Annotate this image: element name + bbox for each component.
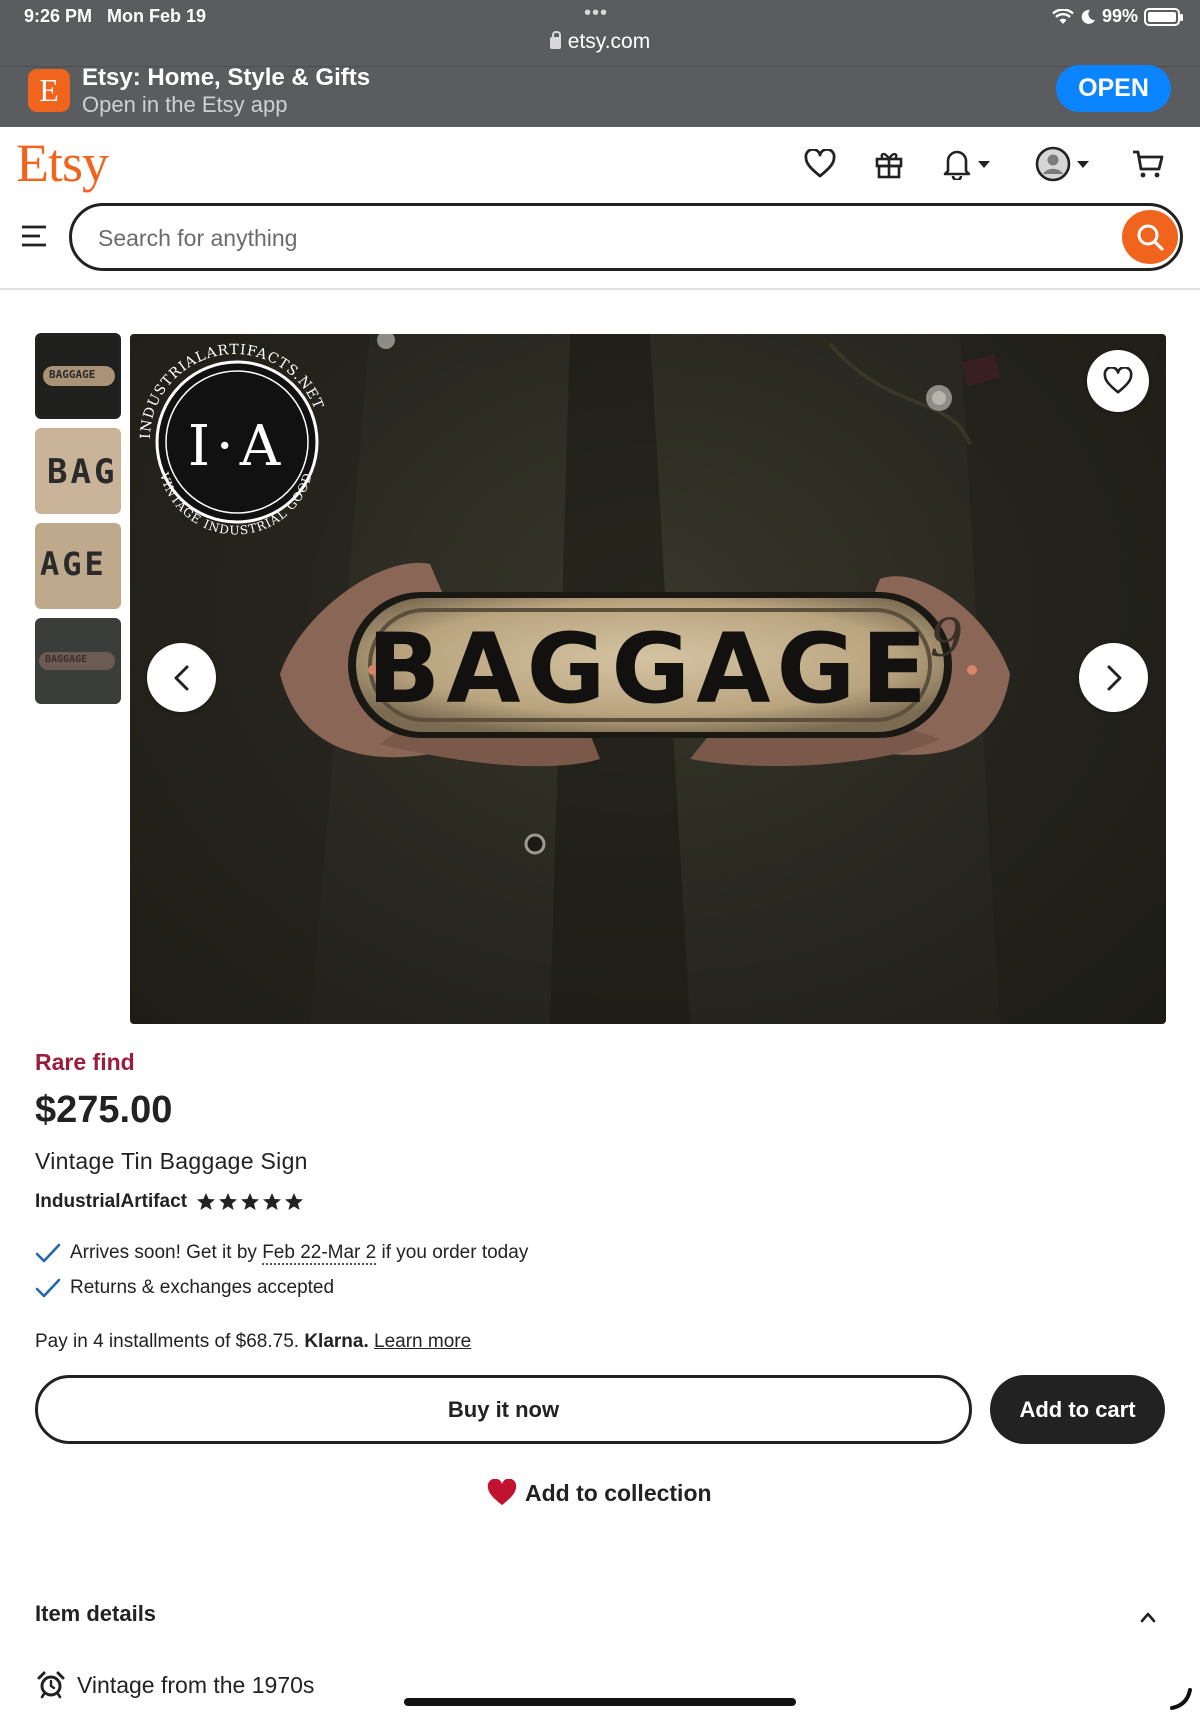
star-icon	[241, 1193, 260, 1210]
chevron-up-icon[interactable]	[1140, 1609, 1156, 1625]
chevron-left-icon	[174, 665, 188, 690]
add-to-collection-button[interactable]: Add to collection	[487, 1479, 712, 1507]
vintage-row: Vintage from the 1970s	[37, 1671, 314, 1699]
thumbnail-3[interactable]: AGE	[35, 523, 121, 609]
cart-icon	[1133, 150, 1164, 178]
battery-fill	[1148, 11, 1176, 22]
app-banner-title: Etsy: Home, Style & Gifts	[82, 64, 371, 91]
status-clock: 9:26 PM	[24, 6, 93, 26]
status-time: 9:26 PM Mon Feb 19	[24, 6, 206, 27]
wifi-icon	[1052, 8, 1074, 24]
account-button[interactable]	[1035, 144, 1089, 184]
app-banner-subtitle: Open in the Etsy app	[82, 92, 288, 117]
returns-text: Returns & exchanges accepted	[70, 1277, 335, 1298]
thumbnail-text: BAGGAGE	[49, 368, 96, 381]
etsy-app-logo: E	[28, 69, 70, 112]
add-to-collection-label: Add to collection	[525, 1479, 712, 1506]
battery-icon	[1144, 7, 1183, 26]
menu-hamburger-icon[interactable]	[20, 224, 48, 248]
url-text: etsy.com	[567, 30, 651, 53]
vintage-text: Vintage from the 1970s	[77, 1671, 315, 1698]
sign-text: BAGGAGE	[367, 613, 933, 725]
listing-price: $275.00	[35, 1089, 173, 1131]
star-icon	[263, 1193, 282, 1210]
open-app-button[interactable]: OPEN	[1056, 65, 1171, 112]
heart-outline-icon	[1103, 367, 1133, 394]
rare-find-badge: Rare find	[35, 1049, 135, 1075]
search-icon	[1137, 224, 1164, 251]
thumbnail-4[interactable]: BAGGAGE	[35, 618, 121, 704]
heart-filled-icon	[487, 1479, 517, 1506]
thumbnail-text: BAGGAGE	[45, 654, 88, 665]
notifications-button[interactable]	[942, 144, 990, 184]
star-icon	[219, 1193, 238, 1210]
chevron-down-icon	[978, 160, 990, 168]
favorites-button[interactable]	[804, 144, 836, 184]
thumbnail-text: BAG	[47, 452, 118, 492]
star-icon	[285, 1193, 304, 1210]
learn-more-link[interactable]: Learn more	[374, 1331, 471, 1352]
checkmark-icon	[35, 1243, 61, 1263]
thumbnail-text: AGE	[40, 545, 107, 583]
multitasking-dots-icon[interactable]: •••	[584, 2, 608, 25]
returns-row: Returns & exchanges accepted	[35, 1277, 334, 1299]
previous-image-button[interactable]	[147, 643, 216, 712]
thumbnail-1[interactable]: BAGGAGE	[35, 333, 121, 419]
gift-button[interactable]	[873, 144, 905, 184]
gift-icon	[875, 152, 903, 179]
cart-button[interactable]	[1131, 144, 1165, 184]
app-banner: E Etsy: Home, Style & Gifts Open in the …	[0, 64, 1200, 127]
status-bar: 9:26 PM Mon Feb 19 ••• 99% etsy.com	[0, 0, 1200, 66]
favorites-heart-icon	[804, 149, 836, 178]
delivery-suffix: if you order today	[376, 1242, 529, 1263]
moon-icon	[1081, 9, 1095, 24]
klarna-row: Pay in 4 installments of $68.75. Klarna.…	[35, 1331, 471, 1353]
klarna-text: Pay in 4 installments of $68.75.	[35, 1331, 305, 1352]
battery-percent: 99%	[1101, 6, 1138, 26]
buy-it-now-button[interactable]: Buy it now	[35, 1375, 972, 1444]
delivery-dates[interactable]: Feb 22-Mar 2	[262, 1242, 377, 1265]
search-bar	[69, 203, 1183, 271]
star-icon	[197, 1193, 216, 1210]
watermark-initials: I·A	[188, 414, 286, 479]
next-image-button[interactable]	[1079, 643, 1148, 712]
main-product-image[interactable]: BAGGAGE 9 I·A INDUSTRIALARTIFACTS.NET VI…	[130, 334, 1166, 1024]
header-divider	[0, 288, 1200, 290]
listing-title: Vintage Tin Baggage Sign	[35, 1148, 308, 1174]
klarna-brand: Klarna.	[304, 1331, 369, 1352]
home-indicator[interactable]	[404, 1698, 796, 1706]
notifications-bell-icon	[943, 150, 971, 180]
rating-stars[interactable]	[196, 1192, 304, 1212]
url-bar[interactable]: etsy.com	[0, 30, 1200, 54]
chevron-right-icon	[1107, 665, 1121, 690]
lock-icon	[549, 31, 561, 49]
add-to-cart-button[interactable]: Add to cart	[990, 1375, 1165, 1444]
account-avatar-icon	[1035, 146, 1071, 182]
alarm-clock-icon	[37, 1671, 65, 1699]
product-photo: BAGGAGE 9 I·A INDUSTRIALARTIFACTS.NET VI…	[130, 334, 1166, 1024]
checkmark-icon	[35, 1278, 61, 1298]
shop-row: IndustrialArtifact	[35, 1191, 304, 1213]
sign-handwritten-mark: 9	[930, 609, 963, 669]
delivery-row: Arrives soon! Get it by Feb 22-Mar 2 if …	[35, 1242, 529, 1265]
status-indicators: 99%	[1052, 6, 1183, 27]
search-input[interactable]	[98, 222, 1058, 254]
shop-name-link[interactable]: IndustrialArtifact	[35, 1191, 187, 1213]
search-button[interactable]	[1122, 210, 1178, 264]
thumbnail-2[interactable]: BAG	[35, 428, 121, 514]
favorite-listing-button[interactable]	[1087, 350, 1149, 412]
item-details-heading[interactable]: Item details	[35, 1601, 156, 1627]
status-date: Mon Feb 19	[107, 6, 207, 26]
delivery-text: Arrives soon! Get it by Feb 22-Mar 2 if …	[70, 1242, 529, 1265]
etsy-logo[interactable]: Etsy	[16, 132, 109, 194]
resize-handle-icon[interactable]	[1168, 1686, 1194, 1712]
chevron-down-icon	[1077, 160, 1089, 168]
delivery-prefix: Arrives soon! Get it by	[70, 1242, 263, 1263]
